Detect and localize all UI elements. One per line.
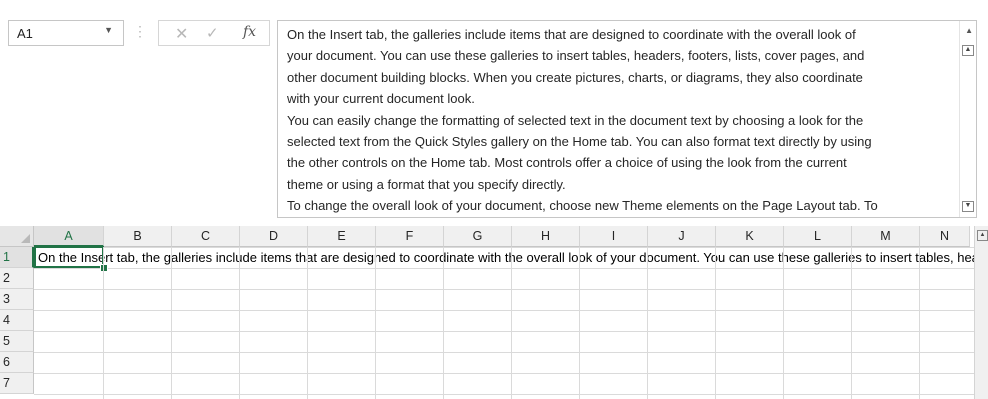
select-all-button[interactable]: [0, 226, 34, 247]
formula-line: with your current document look.: [287, 91, 475, 107]
gridline: [103, 247, 104, 399]
formula-line: your document. You can use these galleri…: [287, 48, 865, 64]
column-header-b[interactable]: B: [104, 226, 172, 247]
formula-line: On the Insert tab, the galleries include…: [287, 27, 856, 42]
column-header-d[interactable]: D: [240, 226, 308, 247]
gridline: [375, 247, 376, 399]
scroll-up-button[interactable]: ▲: [977, 230, 988, 241]
name-box-value: A1: [17, 26, 33, 41]
fill-handle[interactable]: [100, 264, 108, 272]
column-header-f[interactable]: F: [376, 226, 444, 247]
gridline: [171, 247, 172, 399]
column-header-l[interactable]: L: [784, 226, 852, 247]
gridline: [783, 247, 784, 399]
column-header-i[interactable]: I: [580, 226, 648, 247]
formula-toolbar: ✕ ✓ fx: [158, 20, 270, 46]
formula-scrollbar[interactable]: ▲ ▲ ▼: [959, 21, 976, 217]
formula-line: To change the overall look of your docum…: [287, 198, 878, 214]
checkmark-icon[interactable]: ✓: [206, 24, 219, 42]
vertical-dots-icon[interactable]: ⋮: [133, 24, 147, 38]
name-box[interactable]: A1 ▼: [8, 20, 124, 46]
formula-text: On the Insert tab, the galleries include…: [287, 24, 959, 217]
row-header-2[interactable]: 2: [0, 268, 34, 289]
active-cell-outline: [34, 246, 104, 268]
close-icon[interactable]: ✕: [175, 24, 188, 44]
gridline: [647, 247, 648, 399]
formula-bar-area: A1 ▼ ⋮ ✕ ✓ fx On the Insert tab, the gal…: [0, 0, 988, 218]
formula-line: selected text from the Quick Styles gall…: [287, 134, 872, 150]
formula-line: other document building blocks. When you…: [287, 69, 863, 85]
column-header-n[interactable]: N: [920, 226, 970, 247]
row-header-7[interactable]: 7: [0, 373, 34, 394]
gridline: [511, 247, 512, 399]
cell-a1-content[interactable]: On the Insert tab, the galleries include…: [38, 247, 974, 268]
chevron-down-icon[interactable]: ▼: [104, 25, 113, 35]
row-header-1[interactable]: 1: [0, 247, 34, 268]
row-header-6[interactable]: 6: [0, 352, 34, 373]
column-header-k[interactable]: K: [716, 226, 784, 247]
scroll-up-button[interactable]: ▲: [962, 45, 974, 56]
column-header-e[interactable]: E: [308, 226, 376, 247]
formula-line: theme or using a format that you specify…: [287, 176, 566, 192]
row-header-3[interactable]: 3: [0, 289, 34, 310]
column-header-a[interactable]: A: [34, 226, 104, 247]
chevron-up-icon[interactable]: ▲: [965, 26, 973, 35]
gridline: [239, 247, 240, 399]
formula-line: the other controls on the Home tab. Most…: [287, 155, 847, 171]
row-header-4[interactable]: 4: [0, 310, 34, 331]
formula-input[interactable]: On the Insert tab, the galleries include…: [277, 20, 977, 218]
gridline: [851, 247, 852, 399]
vertical-scrollbar[interactable]: ▲: [974, 226, 988, 399]
row-header-5[interactable]: 5: [0, 331, 34, 352]
column-header-m[interactable]: M: [852, 226, 920, 247]
gridline: [715, 247, 716, 399]
column-header-j[interactable]: J: [648, 226, 716, 247]
select-all-triangle-icon: [21, 234, 30, 243]
column-header-g[interactable]: G: [444, 226, 512, 247]
worksheet-grid[interactable]: ABCDEFGHIJKLMN On the Insert tab, the ga…: [0, 226, 988, 399]
formula-line: You can easily change the formatting of …: [287, 112, 864, 128]
gridline: [919, 247, 920, 399]
gridline: [579, 247, 580, 399]
expand-formula-bar-button[interactable]: ▼: [962, 201, 974, 212]
gridline: [307, 247, 308, 399]
cell-area[interactable]: [34, 247, 974, 399]
column-header-c[interactable]: C: [172, 226, 240, 247]
insert-function-icon[interactable]: fx: [243, 24, 256, 40]
column-header-h[interactable]: H: [512, 226, 580, 247]
gridline: [443, 247, 444, 399]
